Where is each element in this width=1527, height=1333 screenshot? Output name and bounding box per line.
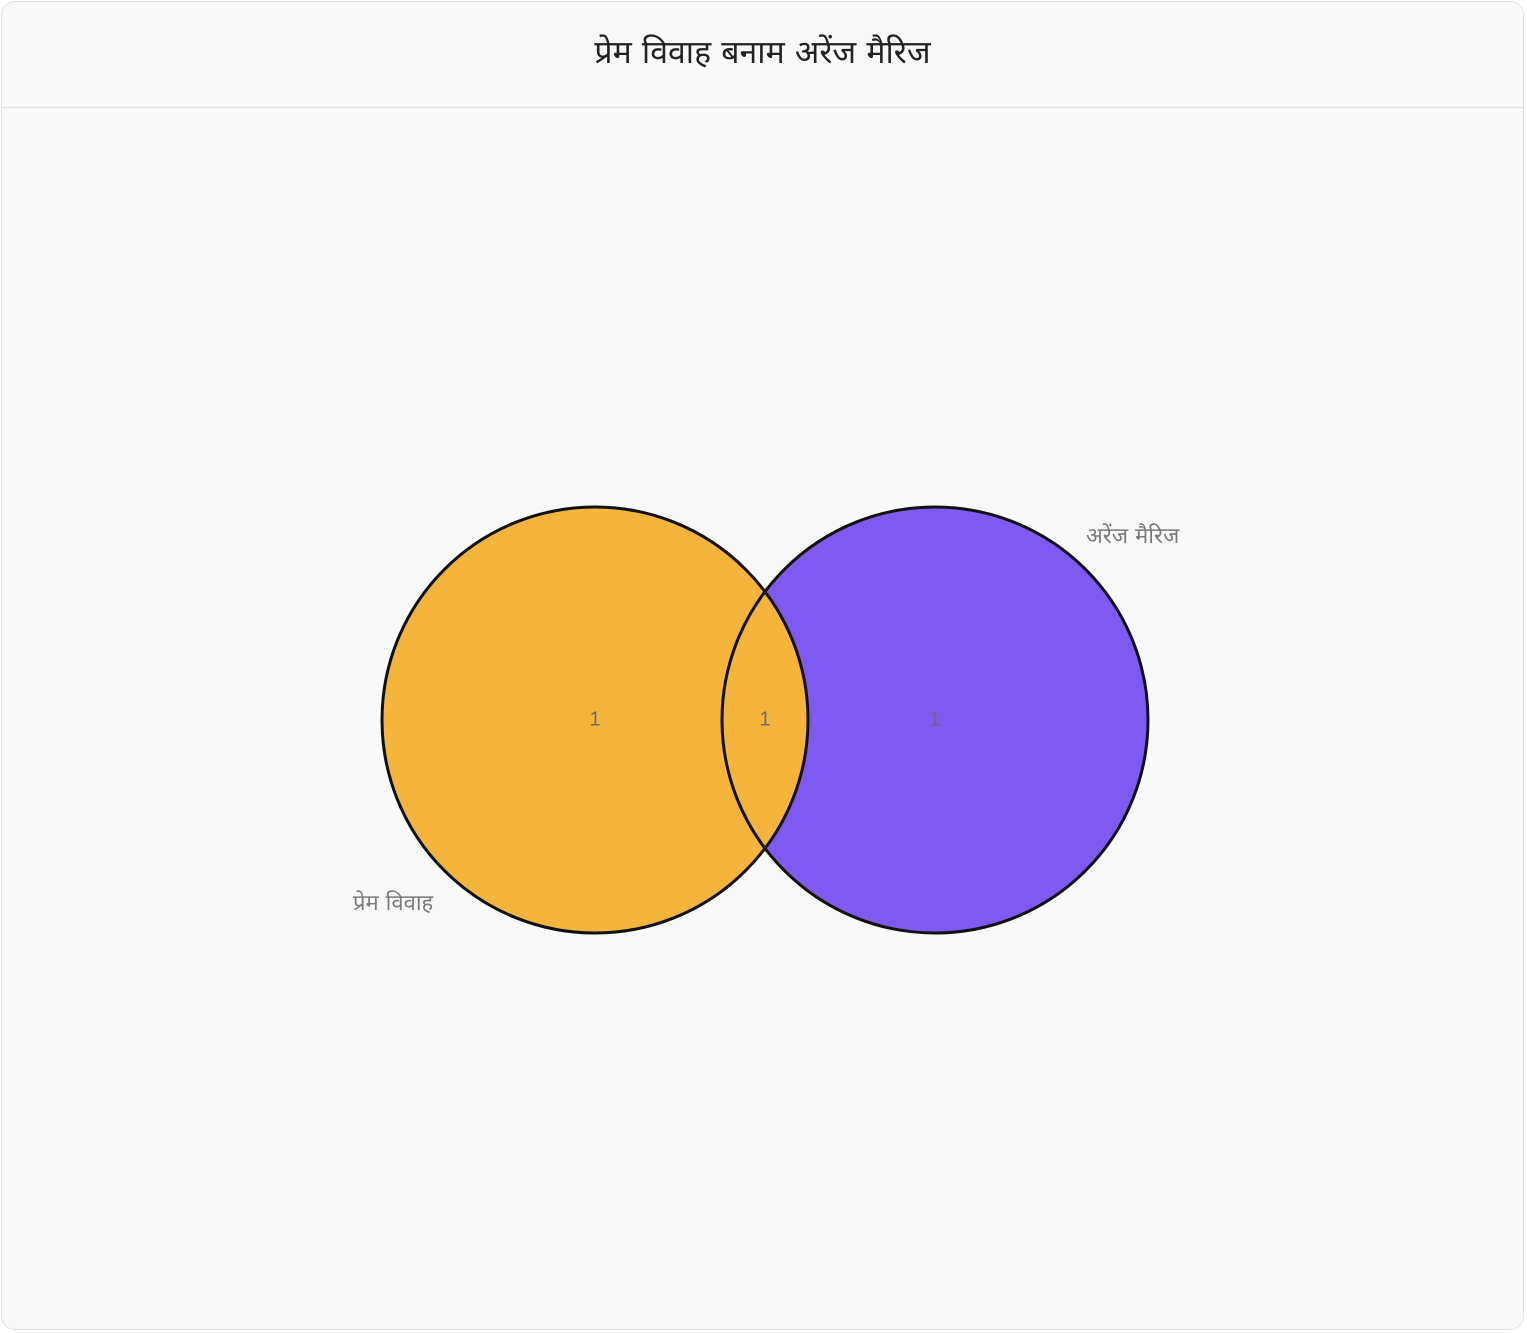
count-intersection: 1 [759, 708, 770, 730]
venn-chart-area: 1 1 1 प्रेम विवाह अरेंज मैरिज [2, 108, 1523, 1329]
set-label-arranged-marriage: अरेंज मैरिज [1086, 523, 1180, 549]
venn-diagram: 1 1 1 प्रेम विवाह अरेंज मैरिज [353, 505, 1180, 935]
chart-header: प्रेम विवाह बनाम अरेंज मैरिज [2, 2, 1523, 108]
count-arranged-marriage-only: 1 [929, 708, 940, 730]
chart-title: प्रेम विवाह बनाम अरेंज मैरिज [594, 33, 931, 71]
count-love-marriage-only: 1 [589, 708, 600, 730]
set-label-love-marriage: प्रेम विवाह [353, 890, 434, 916]
chart-card: प्रेम विवाह बनाम अरेंज मैरिज 1 1 1 प्रेम… [1, 1, 1524, 1330]
